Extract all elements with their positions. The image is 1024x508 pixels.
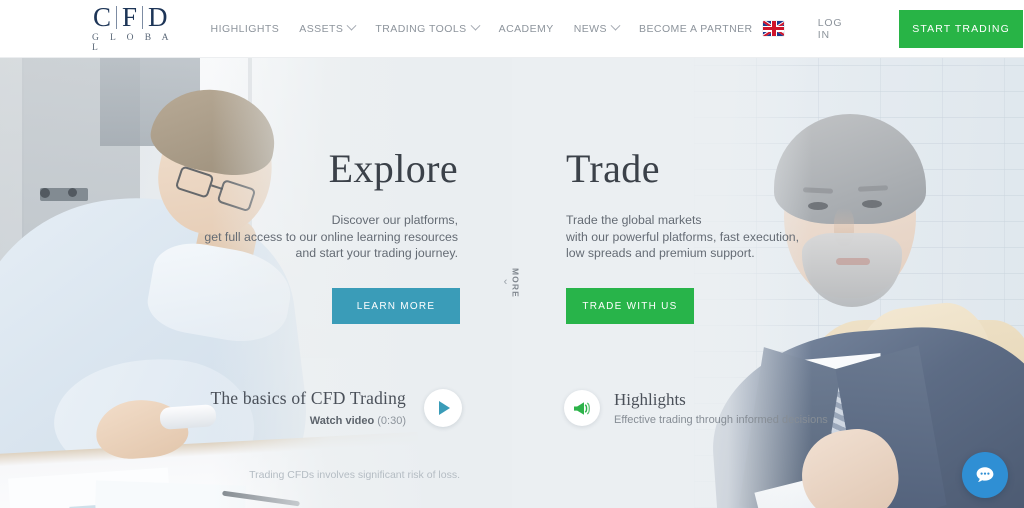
nav-label-highlights: HIGHLIGHTS [210, 22, 280, 35]
watch-video-row[interactable]: The basics of CFD Trading Watch video (0… [210, 388, 462, 427]
trade-subtitle-line-3: low spreads and premium support. [566, 246, 755, 261]
explore-subtitle-line-2: get full access to our online learning r… [204, 229, 458, 244]
explore-content: Explore Discover our platforms, get full… [0, 58, 512, 508]
trade-title: Trade [566, 146, 660, 191]
main-navigation: HIGHLIGHTS ASSETS TRADING TOOLS ACADEMY … [201, 17, 763, 41]
trade-subtitle-line-1: Trade the global markets [566, 213, 702, 227]
carousel-more-label: MORE [510, 268, 521, 298]
megaphone-glyph [573, 401, 590, 415]
nav-label-academy: ACADEMY [498, 22, 554, 35]
explore-subtitle-line-3: and start your trading journey. [295, 246, 458, 261]
logo-letter-d: D [148, 2, 168, 32]
learn-more-button[interactable]: LEARN MORE [332, 288, 460, 324]
highlights-row[interactable]: Highlights Effective trading through inf… [564, 390, 828, 426]
nav-item-trading-tools[interactable]: TRADING TOOLS [365, 17, 488, 41]
nav-item-assets[interactable]: ASSETS [289, 17, 365, 41]
start-trading-button[interactable]: START TRADING [898, 9, 1024, 48]
video-texts: The basics of CFD Trading Watch video (0… [210, 388, 406, 427]
trade-subtitle: Trade the global markets with our powerf… [566, 212, 799, 262]
explore-title: Explore [328, 146, 458, 191]
risk-disclaimer: Trading CFDs involves significant risk o… [249, 469, 460, 481]
logo-tagline: G L O B A L [92, 33, 173, 53]
uk-flag-icon[interactable] [762, 21, 784, 36]
video-title: The basics of CFD Trading [210, 388, 406, 408]
nav-item-become-a-partner[interactable]: BECOME A PARTNER [629, 17, 763, 41]
explore-subtitle-line-1: Discover our platforms, [331, 213, 458, 227]
nav-item-highlights[interactable]: HIGHLIGHTS [201, 17, 290, 41]
logo-letters: C F D [88, 4, 173, 31]
trade-subtitle-line-2: with our powerful platforms, fast execut… [566, 229, 800, 244]
trade-with-us-button[interactable]: TRADE WITH US [566, 288, 694, 324]
nav-label-become-a-partner: BECOME A PARTNER [639, 22, 753, 35]
video-meta: Watch video (0:30) [210, 415, 406, 427]
trade-content: Trade Trade the global markets with our … [512, 58, 1024, 508]
page-root: C F D G L O B A L HIGHLIGHTS ASSETS TRAD… [0, 0, 1024, 508]
chevron-down-icon [610, 20, 621, 31]
nav-item-news[interactable]: NEWS [564, 17, 629, 41]
chat-bubble-icon[interactable] [962, 452, 1008, 498]
explore-subtitle: Discover our platforms, get full access … [204, 212, 458, 262]
site-header: C F D G L O B A L HIGHLIGHTS ASSETS TRAD… [0, 0, 1024, 58]
video-action-label: Watch video [309, 415, 375, 427]
logo-letter-c: C [93, 2, 112, 32]
chevron-left-icon: ‹ [503, 276, 508, 289]
nav-item-academy[interactable]: ACADEMY [489, 17, 564, 41]
highlights-title: Highlights [614, 390, 686, 409]
logo-letter-f: F [122, 2, 138, 32]
chat-bubble-glyph [976, 467, 994, 482]
highlights-texts: Highlights Effective trading through inf… [614, 390, 828, 426]
highlights-subtitle: Effective trading through informed decis… [614, 414, 828, 426]
hero-panel-explore[interactable]: Explore Discover our platforms, get full… [0, 58, 512, 508]
nav-label-trading-tools: TRADING TOOLS [375, 22, 467, 35]
megaphone-icon [564, 390, 600, 426]
login-link[interactable]: LOG IN [818, 17, 855, 41]
carousel-more-control[interactable]: ‹ MORE [504, 268, 521, 298]
chevron-down-icon [346, 20, 357, 31]
site-logo[interactable]: C F D G L O B A L [88, 4, 173, 53]
nav-label-news: NEWS [573, 22, 607, 35]
chevron-down-icon [470, 20, 481, 31]
header-actions: LOG IN START TRADING [762, 9, 1024, 48]
nav-label-assets: ASSETS [299, 22, 344, 35]
video-duration: (0:30) [377, 415, 406, 427]
play-icon[interactable] [424, 388, 462, 427]
hero-section: Explore Discover our platforms, get full… [0, 58, 1024, 508]
hero-panel-trade[interactable]: Trade Trade the global markets with our … [512, 58, 1024, 508]
